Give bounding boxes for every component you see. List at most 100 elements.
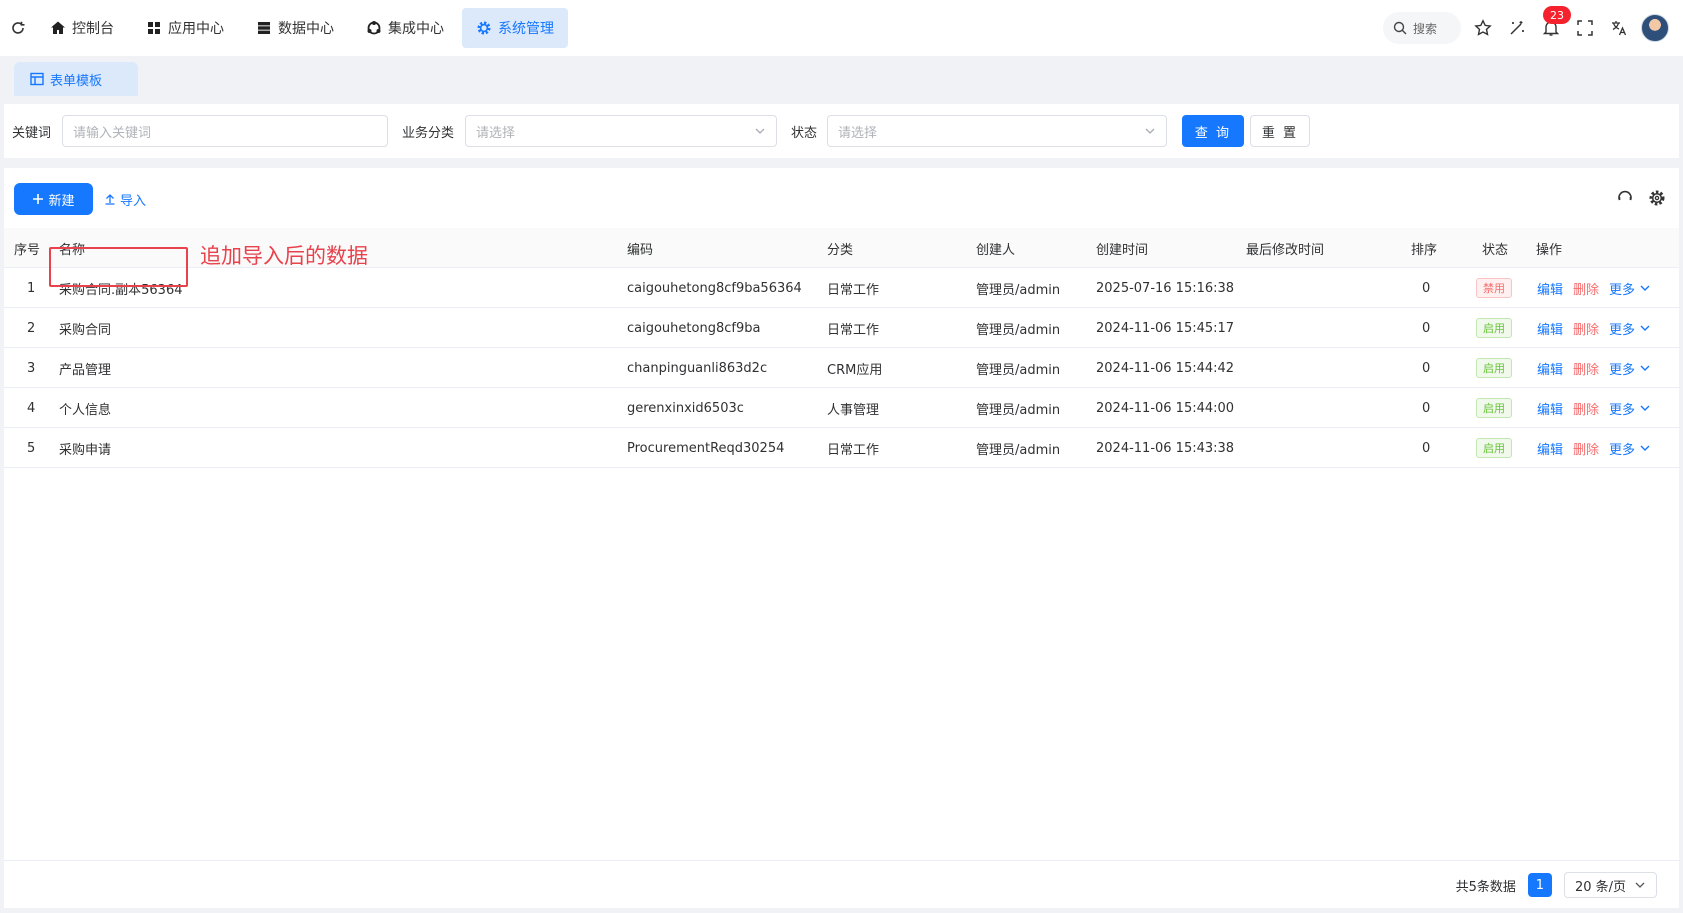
more-dropdown[interactable]: 更多 (1609, 279, 1635, 298)
cell-status: 启用 (1476, 388, 1512, 428)
table-row: 1 采购合同.副本56364 caigouhetong8cf9ba56364 日常工作… (4, 268, 1679, 308)
chevron-down-icon (1635, 882, 1645, 888)
plus-icon (33, 194, 44, 204)
cell-code: ProcurementReqd30254 (627, 440, 785, 456)
more-dropdown[interactable]: 更多 (1609, 359, 1635, 378)
cell-creator: 管理员/admin (976, 442, 1061, 458)
cell-category: 日常工作 (827, 442, 880, 458)
cell-sort: 0 (1422, 320, 1431, 336)
edit-link[interactable]: 编辑 (1537, 279, 1563, 298)
pagination: 共5条数据 1 20 条/页 (1456, 872, 1657, 898)
delete-link[interactable]: 删除 (1573, 359, 1599, 378)
annotation-highlight-box (49, 247, 188, 287)
category-select[interactable]: 请选择 (465, 115, 777, 147)
edit-link[interactable]: 编辑 (1537, 399, 1563, 418)
reload-icon[interactable] (1615, 188, 1635, 208)
more-dropdown[interactable]: 更多 (1609, 439, 1635, 458)
category-label: 业务分类 (402, 125, 455, 141)
cell-status: 禁用 (1476, 268, 1512, 308)
cell-code: caigouhetong8cf9ba56364 (627, 280, 802, 296)
cell-operations: 编辑 删除 更多 (1537, 308, 1651, 348)
cell-index: 5 (27, 440, 36, 456)
status-select[interactable]: 请选择 (827, 115, 1167, 147)
chevron-down-icon[interactable] (1639, 282, 1651, 294)
page-size-label: 20 条/页 (1574, 879, 1626, 895)
cell-category: 日常工作 (827, 322, 880, 338)
cell-creator: 管理员/admin (976, 282, 1061, 298)
total-count: 共5条数据 (1455, 879, 1516, 895)
fullscreen-icon[interactable] (1573, 16, 1597, 40)
tab-form-template[interactable]: 表单模板 (14, 62, 138, 96)
delete-link[interactable]: 删除 (1573, 279, 1599, 298)
status-badge: 启用 (1476, 438, 1512, 458)
query-button[interactable]: 查 询 (1182, 115, 1244, 147)
cell-index: 3 (27, 360, 36, 376)
cell-index: 1 (27, 280, 36, 296)
nav-item-integration-center[interactable]: 集成中心 (352, 8, 458, 48)
nav-item-system-management[interactable]: 系统管理 (462, 8, 568, 48)
table-row: 5 采购申请 ProcurementReqd30254 日常工作 管理员/admin 20… (4, 428, 1679, 468)
delete-link[interactable]: 删除 (1573, 399, 1599, 418)
settings-icon[interactable] (1647, 188, 1667, 208)
nav-item-console[interactable]: 控制台 (36, 8, 128, 48)
cell-status: 启用 (1476, 348, 1512, 388)
header-index: 序号 (14, 242, 41, 258)
status-badge: 启用 (1476, 358, 1512, 378)
chevron-down-icon[interactable] (1639, 402, 1651, 414)
reset-button[interactable]: 重 置 (1250, 115, 1310, 147)
edit-link[interactable]: 编辑 (1537, 439, 1563, 458)
page-size-select[interactable]: 20 条/页 (1563, 872, 1657, 898)
page-button-current[interactable]: 1 (1527, 873, 1552, 897)
nav-item-data-center[interactable]: 数据中心 (242, 8, 348, 48)
top-right-tools: 搜索 23 (1383, 0, 1669, 56)
keyword-input[interactable]: 请输入关键词 (62, 115, 388, 147)
filter-panel: 关键词 请输入关键词 业务分类 请选择 状态 请选择 查 询 重 置 (4, 104, 1679, 158)
more-dropdown[interactable]: 更多 (1609, 399, 1635, 418)
new-button[interactable]: 新建 (14, 183, 93, 215)
delete-link[interactable]: 删除 (1573, 439, 1599, 458)
status-placeholder: 请选择 (838, 125, 878, 141)
more-dropdown[interactable]: 更多 (1609, 319, 1635, 338)
chevron-down-icon[interactable] (1639, 322, 1651, 334)
status-badge: 启用 (1476, 398, 1512, 418)
cell-index: 2 (27, 320, 36, 336)
table-row: 3 产品管理 chanpinguanli863d2c CRM应用 管理员/admin 20… (4, 348, 1679, 388)
chevron-down-icon[interactable] (1639, 442, 1651, 454)
category-placeholder: 请选择 (476, 125, 516, 141)
cell-operations: 编辑 删除 更多 (1537, 268, 1651, 308)
nav-item-label: 应用中心 (168, 21, 224, 37)
header-code: 编码 (627, 242, 654, 258)
bell-icon[interactable]: 23 (1539, 6, 1571, 40)
magic-wand-icon[interactable] (1505, 16, 1529, 40)
edit-link[interactable]: 编辑 (1537, 319, 1563, 338)
user-avatar[interactable] (1641, 14, 1669, 42)
star-icon[interactable] (1471, 16, 1495, 40)
form-template-icon (30, 72, 44, 86)
chevron-down-icon (1145, 128, 1155, 134)
nav-item-app-center[interactable]: 应用中心 (132, 8, 238, 48)
main-nav: 控制台 应用中心 数据中心 集成中心 系统管理 (36, 0, 572, 56)
cell-operations: 编辑 删除 更多 (1537, 388, 1651, 428)
chevron-down-icon[interactable] (1639, 362, 1651, 374)
cell-creator: 管理员/admin (976, 322, 1061, 338)
cell-sort: 0 (1422, 280, 1431, 296)
new-button-label: 新建 (48, 193, 75, 209)
notification-badge: 23 (1543, 6, 1571, 24)
edit-link[interactable]: 编辑 (1537, 359, 1563, 378)
refresh-icon[interactable] (0, 0, 36, 56)
translate-icon[interactable] (1607, 16, 1631, 40)
database-icon (258, 22, 270, 34)
header-category: 分类 (827, 242, 854, 258)
cell-code: gerenxinxid6503c (627, 400, 744, 416)
cell-name: 个人信息 (59, 402, 112, 418)
header-modified-time: 最后修改时间 (1246, 242, 1325, 258)
gear-icon (477, 21, 491, 35)
import-button[interactable]: 导入 (104, 183, 146, 215)
nav-item-label: 数据中心 (278, 21, 334, 37)
cell-name: 采购申请 (59, 442, 112, 458)
table-tools (1615, 188, 1667, 208)
delete-link[interactable]: 删除 (1573, 319, 1599, 338)
cell-status: 启用 (1476, 428, 1512, 468)
nav-item-label: 系统管理 (498, 21, 554, 37)
global-search[interactable]: 搜索 (1383, 12, 1461, 44)
